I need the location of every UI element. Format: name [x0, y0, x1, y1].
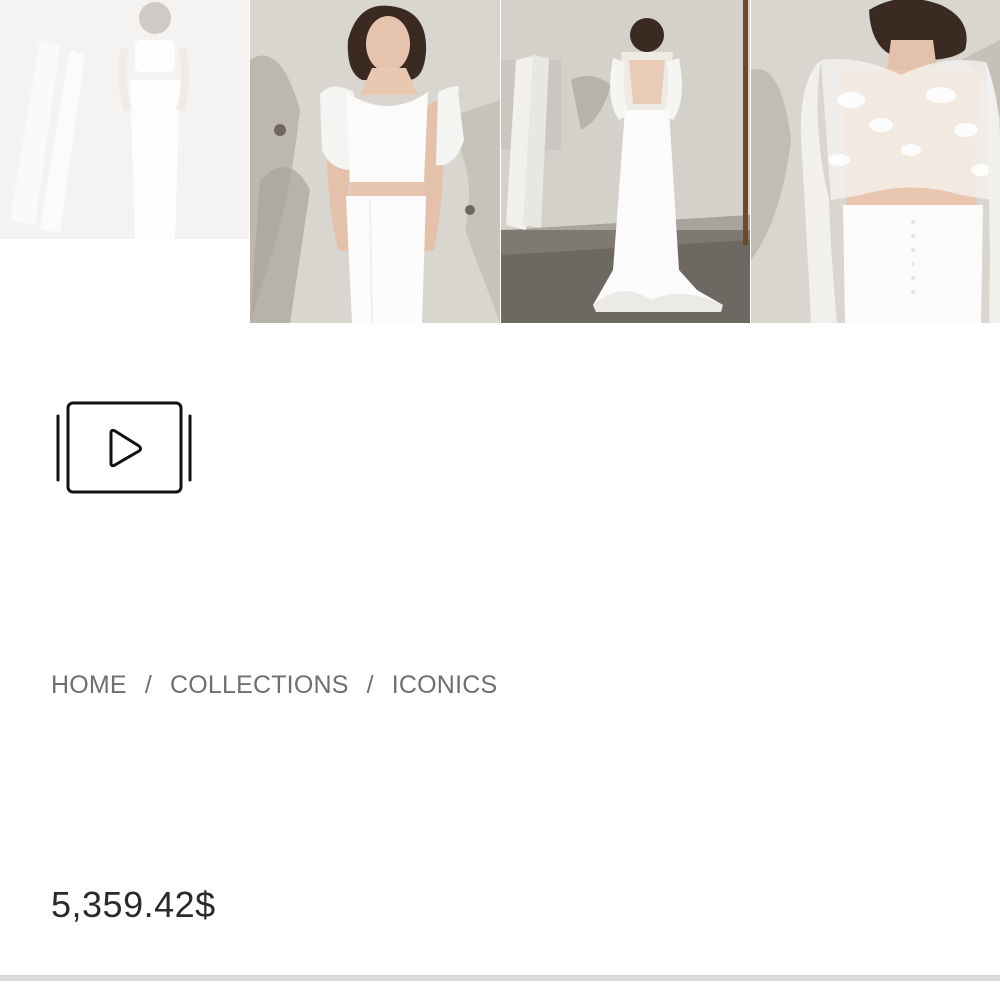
- bottom-divider: [0, 975, 1000, 981]
- gallery-image-4[interactable]: [751, 0, 1000, 323]
- play-video-button[interactable]: [55, 400, 195, 496]
- play-video-icon: [56, 401, 192, 494]
- bridal-photo-lace-closeup: [751, 0, 1000, 323]
- product-image-gallery: [0, 0, 1000, 323]
- breadcrumb-separator: /: [366, 670, 374, 699]
- breadcrumb-home[interactable]: HOME: [51, 671, 127, 700]
- breadcrumb: HOME / COLLECTIONS / ICONICS: [51, 668, 497, 702]
- gallery-image-2[interactable]: [250, 0, 500, 323]
- bridal-photo-back-full: [501, 0, 750, 323]
- product-page: HOME / COLLECTIONS / ICONICS 5,359.42$: [0, 0, 1000, 1000]
- gallery-image-3[interactable]: [501, 0, 750, 323]
- bridal-photo-faded: [0, 0, 249, 239]
- bridal-photo-front: [250, 0, 500, 323]
- breadcrumb-separator: /: [144, 670, 152, 699]
- breadcrumb-collections[interactable]: COLLECTIONS: [170, 671, 349, 700]
- breadcrumb-iconics[interactable]: ICONICS: [392, 671, 498, 700]
- product-price: 5,359.42$: [51, 884, 216, 925]
- gallery-image-1[interactable]: [0, 0, 249, 239]
